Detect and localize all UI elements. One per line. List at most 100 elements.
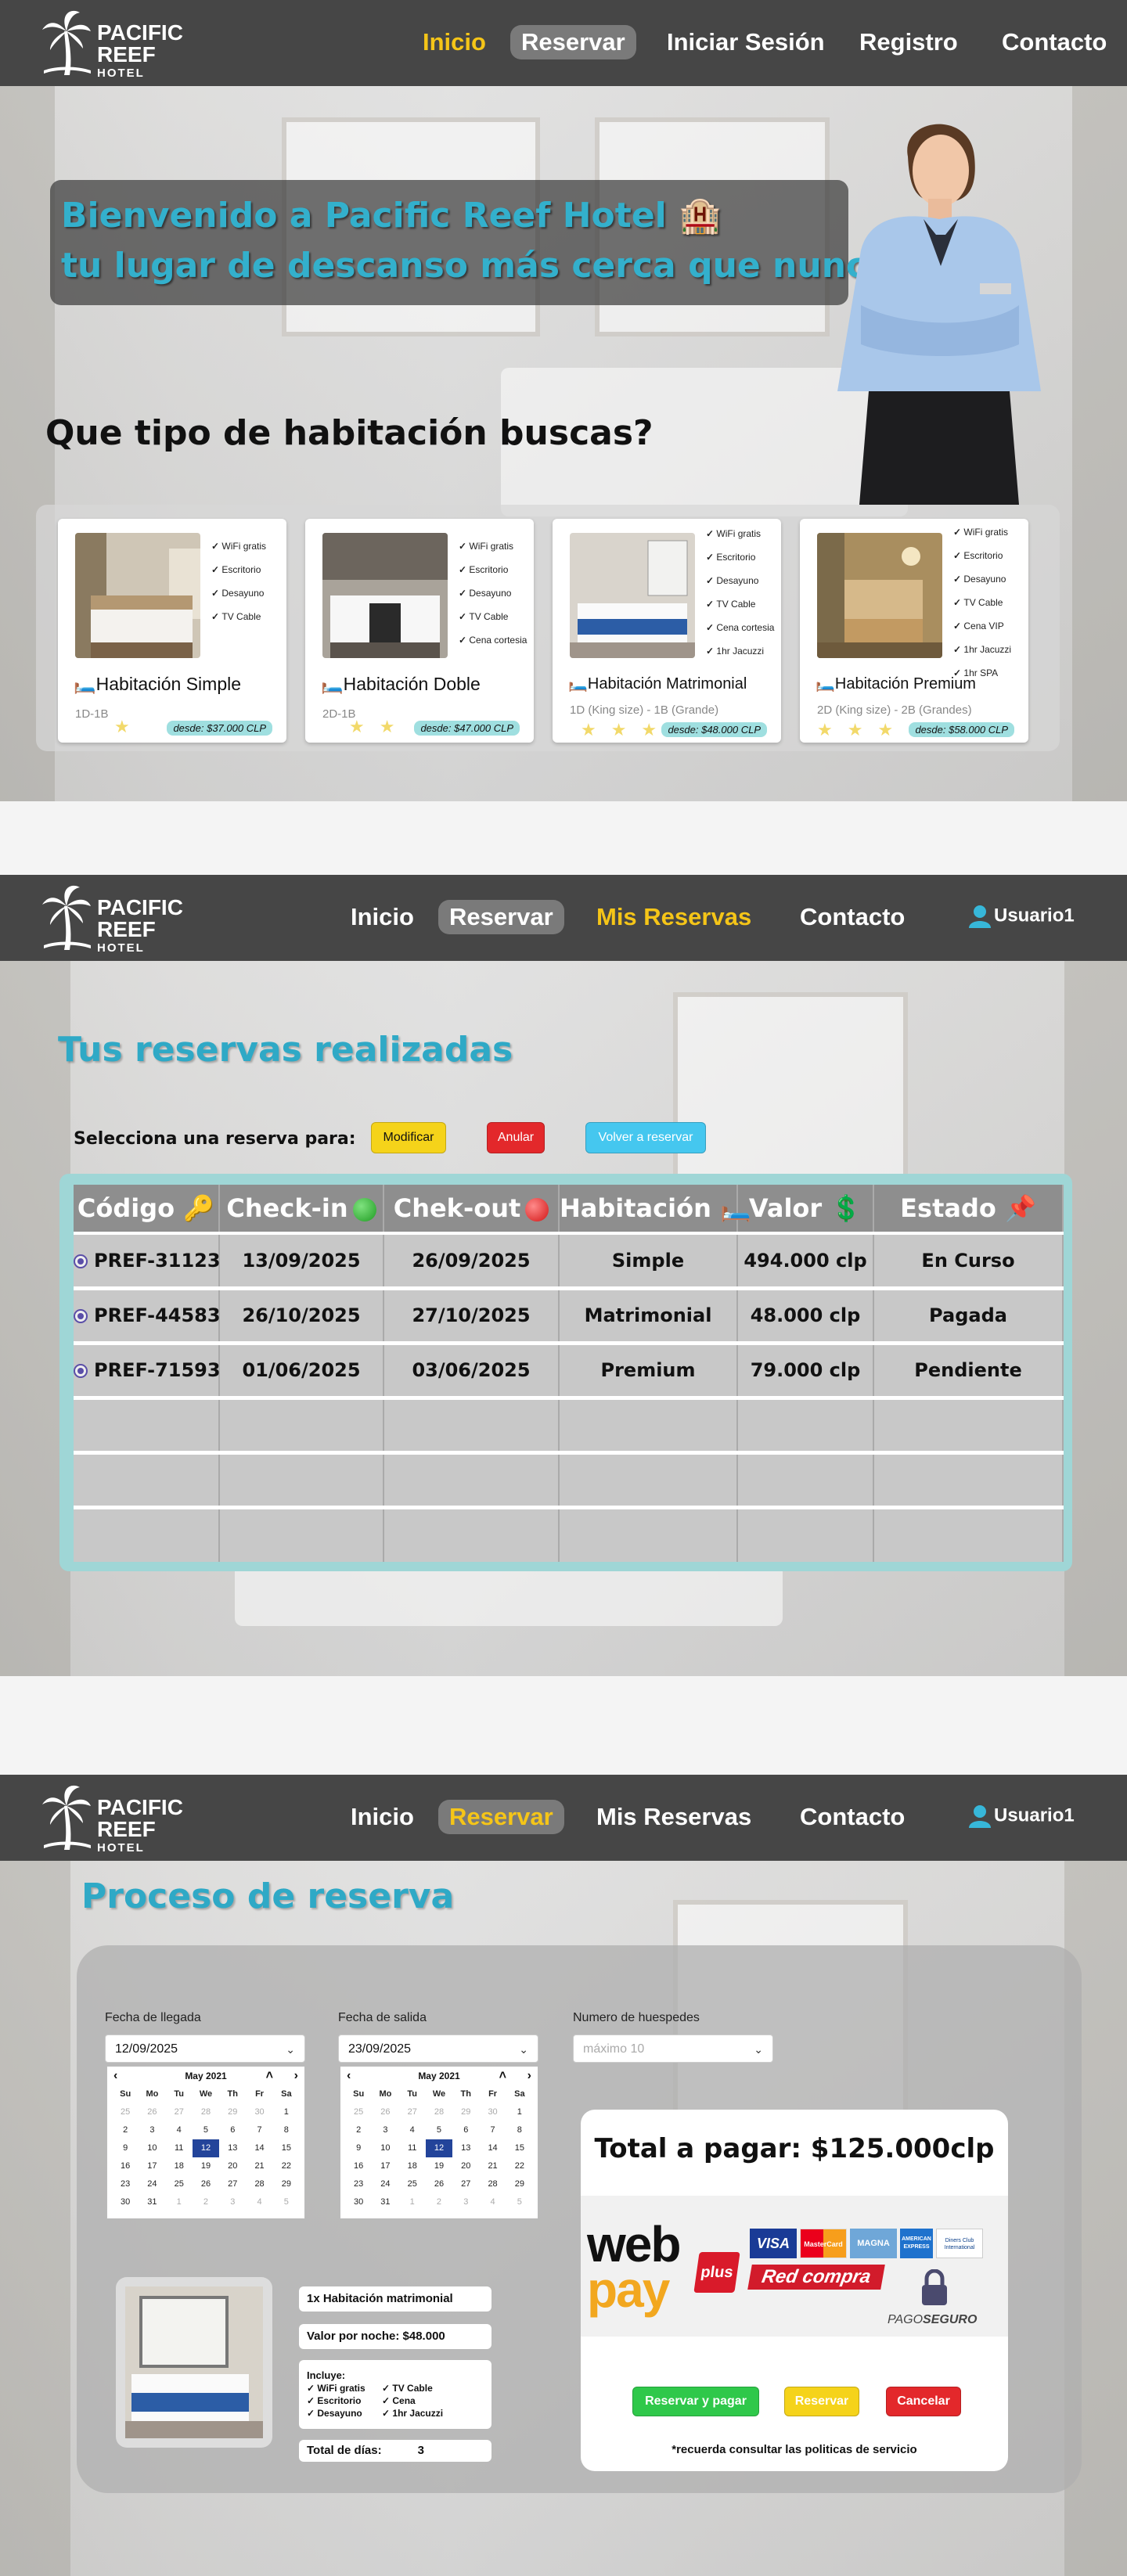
calendar-day[interactable]: 7 — [479, 2121, 506, 2139]
rebook-button[interactable]: Volver a reservar — [585, 1122, 706, 1153]
calendar-day[interactable]: 29 — [452, 2103, 479, 2121]
nav-inicio[interactable]: Inicio — [340, 900, 425, 934]
arrival-date-select[interactable]: 12/09/2025 ⌄ — [105, 2035, 305, 2063]
calendar-day[interactable]: 15 — [273, 2139, 300, 2157]
calendar-day[interactable]: 3 — [139, 2121, 165, 2139]
calendar-day[interactable]: 29 — [273, 2175, 300, 2193]
calendar-day[interactable]: 24 — [139, 2175, 165, 2193]
calendar-day[interactable]: 30 — [345, 2193, 372, 2211]
calendar-day[interactable]: 3 — [452, 2193, 479, 2211]
calendar-day[interactable]: 23 — [345, 2175, 372, 2193]
calendar-day[interactable]: 2 — [193, 2193, 219, 2211]
calendar-day[interactable]: 28 — [246, 2175, 272, 2193]
row-radio[interactable] — [74, 1254, 88, 1268]
calendar-day[interactable]: 21 — [479, 2157, 506, 2175]
calendar-day[interactable]: 5 — [426, 2121, 452, 2139]
calendar-day[interactable]: 5 — [506, 2193, 533, 2211]
calendar-day[interactable]: 27 — [452, 2175, 479, 2193]
calendar-day[interactable]: 5 — [193, 2121, 219, 2139]
calendar-day[interactable]: 21 — [246, 2157, 272, 2175]
calendar-day[interactable]: 18 — [166, 2157, 193, 2175]
calendar-day[interactable]: 29 — [506, 2175, 533, 2193]
calendar-day[interactable]: 3 — [372, 2121, 398, 2139]
next-month-icon[interactable]: › — [294, 2067, 298, 2085]
calendar-day[interactable]: 26 — [426, 2175, 452, 2193]
calendar-day[interactable]: 30 — [479, 2103, 506, 2121]
calendar-day[interactable]: 9 — [112, 2139, 139, 2157]
calendar-day[interactable]: 13 — [452, 2139, 479, 2157]
hotel-logo[interactable]: PACIFIC REEF HOTEL — [41, 883, 197, 954]
departure-calendar[interactable]: ‹ May 2021 ˄ › Su Mo Tu We Th Fr Sa 25 26 27 28 29 30 1 2… — [340, 2066, 538, 2219]
nav-iniciar-sesion[interactable]: Iniciar Sesión — [656, 25, 836, 59]
calendar-day[interactable]: 23 — [112, 2175, 139, 2193]
departure-date-select[interactable]: 23/09/2025 ⌄ — [338, 2035, 538, 2063]
calendar-day[interactable]: 25 — [112, 2103, 139, 2121]
nav-inicio[interactable]: Inicio — [412, 25, 497, 59]
calendar-day[interactable]: 28 — [479, 2175, 506, 2193]
calendar-day[interactable]: 2 — [112, 2121, 139, 2139]
calendar-day[interactable]: 17 — [372, 2157, 398, 2175]
nav-inicio[interactable]: Inicio — [340, 1800, 425, 1834]
room-card-simple[interactable]: WiFi gratisEscritorioDesayunoTV Cable 🛏️… — [58, 519, 286, 743]
calendar-day[interactable]: 5 — [273, 2193, 300, 2211]
room-card-matrimonial[interactable]: WiFi gratisEscritorioDesayunoTV CableCen… — [553, 519, 781, 743]
calendar-day[interactable]: 6 — [452, 2121, 479, 2139]
calendar-day[interactable]: 28 — [193, 2103, 219, 2121]
calendar-day[interactable]: 18 — [399, 2157, 426, 2175]
nav-reservar[interactable]: Reservar — [510, 25, 636, 59]
nav-contacto[interactable]: Contacto — [991, 25, 1118, 59]
row-radio[interactable] — [74, 1364, 88, 1378]
calendar-day[interactable]: 30 — [246, 2103, 272, 2121]
guests-select[interactable]: máximo 10 ⌄ — [573, 2035, 773, 2063]
row-radio[interactable] — [74, 1309, 88, 1323]
calendar-day[interactable]: 4 — [479, 2193, 506, 2211]
nav-mis-reservas[interactable]: Mis Reservas — [585, 900, 762, 934]
calendar-day[interactable]: 4 — [399, 2121, 426, 2139]
calendar-day[interactable]: 24 — [372, 2175, 398, 2193]
calendar-day[interactable]: 25 — [345, 2103, 372, 2121]
calendar-day[interactable]: 14 — [479, 2139, 506, 2157]
prev-month-icon[interactable]: ‹ — [347, 2067, 351, 2085]
arrival-calendar[interactable]: ‹ May 2021 ˄ › Su Mo Tu We Th Fr Sa 25 26 27 28 29 30 1 2… — [106, 2066, 305, 2219]
calendar-day[interactable]: 14 — [246, 2139, 272, 2157]
reserve-and-pay-button[interactable]: Reservar y pagar — [632, 2387, 759, 2416]
nav-contacto[interactable]: Contacto — [789, 900, 916, 934]
next-month-icon[interactable]: › — [527, 2067, 531, 2085]
calendar-day[interactable]: 7 — [246, 2121, 272, 2139]
calendar-day[interactable]: 16 — [345, 2157, 372, 2175]
nav-registro[interactable]: Registro — [848, 25, 969, 59]
calendar-day[interactable]: 22 — [506, 2157, 533, 2175]
calendar-day[interactable]: 1 — [399, 2193, 426, 2211]
calendar-day[interactable]: 11 — [166, 2139, 193, 2157]
calendar-day[interactable]: 12 — [192, 2139, 220, 2157]
modify-button[interactable]: Modificar — [371, 1122, 446, 1153]
room-card-premium[interactable]: WiFi gratisEscritorioDesayunoTV CableCen… — [800, 519, 1028, 743]
calendar-day[interactable]: 25 — [399, 2175, 426, 2193]
calendar-day[interactable]: 31 — [372, 2193, 398, 2211]
calendar-day[interactable]: 4 — [166, 2121, 193, 2139]
calendar-day[interactable]: 31 — [139, 2193, 165, 2211]
user-menu[interactable]: Usuario1 — [969, 905, 1075, 928]
calendar-day[interactable]: 25 — [166, 2175, 193, 2193]
reserve-button[interactable]: Reservar — [784, 2387, 859, 2416]
calendar-day[interactable]: 17 — [139, 2157, 165, 2175]
calendar-day[interactable]: 1 — [273, 2103, 300, 2121]
nav-reservar[interactable]: Reservar — [438, 900, 564, 934]
calendar-day[interactable]: 10 — [372, 2139, 398, 2157]
calendar-day[interactable]: 1 — [166, 2193, 193, 2211]
calendar-day[interactable]: 2 — [345, 2121, 372, 2139]
calendar-day[interactable]: 20 — [219, 2157, 246, 2175]
room-card-doble[interactable]: WiFi gratisEscritorioDesayunoTV CableCen… — [305, 519, 534, 743]
calendar-day[interactable]: 15 — [506, 2139, 533, 2157]
calendar-day[interactable]: 12 — [425, 2139, 453, 2157]
calendar-day[interactable]: 19 — [426, 2157, 452, 2175]
table-row[interactable]: PREF-71593 01/06/2025 03/06/2025 Premium… — [74, 1343, 1064, 1400]
nav-mis-reservas[interactable]: Mis Reservas — [585, 1800, 762, 1834]
calendar-day[interactable]: 27 — [399, 2103, 426, 2121]
calendar-day[interactable]: 30 — [112, 2193, 139, 2211]
nav-contacto[interactable]: Contacto — [789, 1800, 916, 1834]
calendar-day[interactable]: 8 — [506, 2121, 533, 2139]
calendar-day[interactable]: 29 — [219, 2103, 246, 2121]
chevron-up-icon[interactable]: ˄ — [266, 2067, 273, 2085]
hotel-logo[interactable]: PACIFIC REEF HOTEL — [41, 1783, 197, 1854]
